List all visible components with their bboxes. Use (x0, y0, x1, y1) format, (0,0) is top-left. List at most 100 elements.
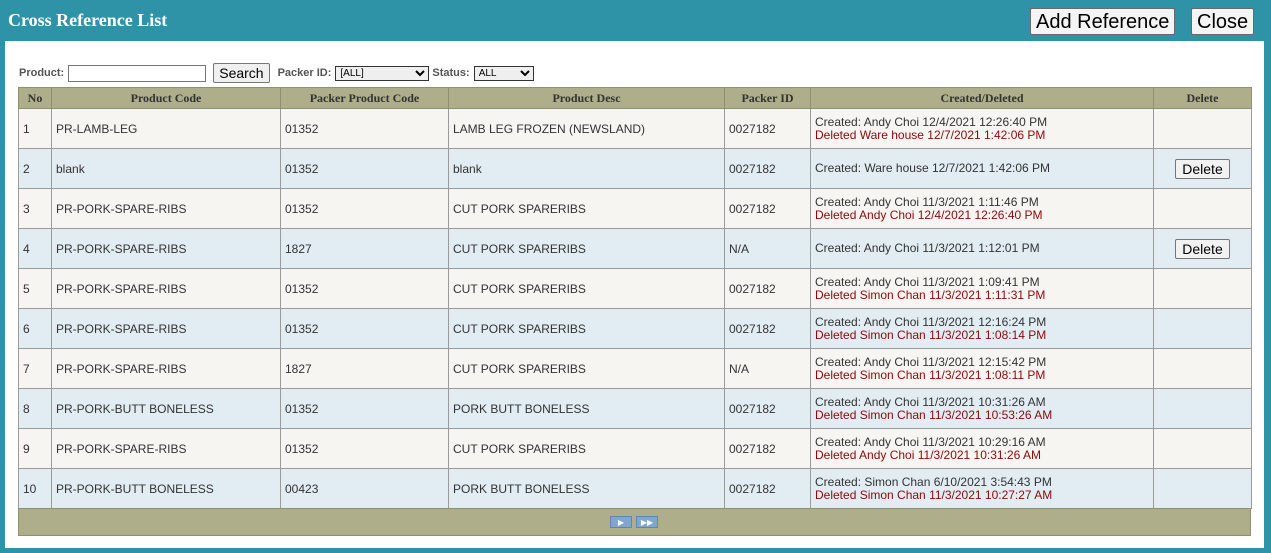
cell-delete (1153, 268, 1252, 309)
cell-no: 10 (18, 468, 52, 509)
cell-created-deleted: Created: Ware house 12/7/2021 1:42:06 PM (810, 148, 1154, 189)
column-header-created-deleted: Created/Deleted (810, 87, 1154, 109)
table-row: 1 PR-LAMB-LEG 01352 LAMB LEG FROZEN (NEWSLA… (18, 108, 1252, 149)
cell-no: 2 (18, 148, 52, 189)
cell-delete: Delete (1153, 228, 1252, 269)
cell-packer-product-code: 01352 (280, 268, 449, 309)
cell-product-desc: CUT PORK SPARERIBS (448, 308, 725, 349)
delete-button[interactable]: Delete (1175, 238, 1230, 259)
created-text: Created: Andy Choi 12/4/2021 12:26:40 PM (815, 114, 1048, 129)
cell-packer-id: N/A (724, 348, 811, 389)
product-label: Product: (19, 67, 65, 79)
column-header-product-code: Product Code (51, 87, 281, 109)
created-text: Created: Andy Choi 11/3/2021 12:15:42 PM (815, 354, 1047, 369)
table-row: 9 PR-PORK-SPARE-RIBS 01352 CUT PORK SPARERI… (18, 428, 1252, 469)
cell-packer-product-code: 00423 (280, 468, 449, 509)
cell-product-desc: CUT PORK SPARERIBS (448, 428, 725, 469)
cell-created-deleted: Created: Simon Chan 6/10/2021 3:54:43 PM… (810, 468, 1154, 509)
cell-product-code: PR-PORK-SPARE-RIBS (51, 428, 281, 469)
cell-product-code: blank (51, 148, 281, 189)
cell-packer-id: 0027182 (724, 108, 811, 149)
cell-packer-product-code: 01352 (280, 428, 449, 469)
table-row: 3 PR-PORK-SPARE-RIBS 01352 CUT PORK SPARERI… (18, 188, 1252, 229)
deleted-text: Deleted Ware house 12/7/2021 1:42:06 PM (815, 127, 1046, 142)
cell-product-code: PR-PORK-SPARE-RIBS (51, 228, 281, 269)
cell-delete: Delete (1153, 148, 1252, 189)
cell-created-deleted: Created: Andy Choi 11/3/2021 10:29:16 AM… (810, 428, 1154, 469)
cell-delete (1153, 388, 1252, 429)
cell-packer-id: 0027182 (724, 308, 811, 349)
table-row: 6 PR-PORK-SPARE-RIBS 01352 CUT PORK SPARERI… (18, 308, 1252, 349)
cell-product-desc: LAMB LEG FROZEN (NEWSLAND) (448, 108, 725, 149)
cell-packer-id: 0027182 (724, 148, 811, 189)
cell-product-desc: blank (448, 148, 725, 189)
cell-no: 1 (18, 108, 52, 149)
cell-created-deleted: Created: Andy Choi 12/4/2021 12:26:40 PM… (810, 108, 1154, 149)
close-button[interactable]: Close (1191, 8, 1255, 35)
search-button[interactable]: Search (213, 63, 270, 83)
cell-packer-id: 0027182 (724, 468, 811, 509)
cell-no: 6 (18, 308, 52, 349)
column-header-packer-product-code: Packer Product Code (280, 87, 449, 109)
delete-button[interactable]: Delete (1175, 158, 1230, 179)
cell-product-desc: PORK BUTT BONELESS (448, 468, 725, 509)
table-header-row: No Product Code Packer Product Code Prod… (18, 87, 1252, 109)
cell-delete (1153, 188, 1252, 229)
deleted-text: Deleted Andy Choi 12/4/2021 12:26:40 PM (815, 207, 1043, 222)
cell-product-code: PR-PORK-BUTT BONELESS (51, 388, 281, 429)
cell-created-deleted: Created: Andy Choi 11/3/2021 1:12:01 PM (810, 228, 1154, 269)
cell-packer-id: 0027182 (724, 268, 811, 309)
cell-packer-product-code: 01352 (280, 308, 449, 349)
deleted-text: Deleted Simon Chan 11/3/2021 1:11:31 PM (815, 287, 1046, 302)
cell-created-deleted: Created: Andy Choi 11/3/2021 1:11:46 PM D… (810, 188, 1154, 229)
next-page-icon[interactable]: ▶ (610, 516, 632, 528)
created-text: Created: Andy Choi 11/3/2021 10:29:16 AM (815, 434, 1046, 449)
cell-delete (1153, 348, 1252, 389)
cell-packer-product-code: 01352 (280, 188, 449, 229)
deleted-text: Deleted Simon Chan 11/3/2021 10:27:27 AM (815, 487, 1053, 502)
created-text: Created: Ware house 12/7/2021 1:42:06 PM (815, 161, 1051, 175)
cell-product-code: PR-PORK-BUTT BONELESS (51, 468, 281, 509)
created-text: Created: Andy Choi 11/3/2021 12:16:24 PM (815, 314, 1047, 329)
column-header-product-desc: Product Desc (448, 87, 725, 109)
add-reference-button[interactable]: Add Reference (1030, 8, 1176, 35)
cell-no: 5 (18, 268, 52, 309)
cell-no: 8 (18, 388, 52, 429)
created-text: Created: Andy Choi 11/3/2021 1:12:01 PM (815, 241, 1040, 255)
created-text: Created: Andy Choi 11/3/2021 1:09:41 PM (815, 274, 1040, 289)
filter-bar: Product: Search Packer ID: [ALL] Status:… (19, 63, 537, 83)
cell-delete (1153, 108, 1252, 149)
cell-no: 9 (18, 428, 52, 469)
cell-packer-product-code: 01352 (280, 388, 449, 429)
product-input[interactable] (68, 64, 207, 82)
packer-id-select[interactable]: [ALL] (335, 65, 430, 81)
status-label: Status: (432, 67, 470, 79)
page-title: Cross Reference List (8, 10, 168, 30)
cell-product-code: PR-PORK-SPARE-RIBS (51, 308, 281, 349)
cell-packer-product-code: 01352 (280, 148, 449, 189)
cell-created-deleted: Created: Andy Choi 11/3/2021 12:15:42 PM… (810, 348, 1154, 389)
table-row: 4 PR-PORK-SPARE-RIBS 1827 CUT PORK SPARERIB… (18, 228, 1252, 269)
deleted-text: Deleted Andy Choi 11/3/2021 10:31:26 AM (815, 447, 1041, 462)
table-row: 8 PR-PORK-BUTT BONELESS 01352 PORK BUTT BON… (18, 388, 1252, 429)
cell-packer-id: N/A (724, 228, 811, 269)
deleted-text: Deleted Simon Chan 11/3/2021 10:53:26 AM (815, 407, 1053, 422)
cell-delete (1153, 468, 1252, 509)
created-text: Created: Andy Choi 11/3/2021 1:11:46 PM (815, 194, 1039, 209)
table-row: 2 blank 01352 blank 0027182 Created: Ware hou… (18, 148, 1252, 189)
cell-packer-product-code: 1827 (280, 228, 449, 269)
cell-packer-product-code: 01352 (280, 108, 449, 149)
cell-product-code: PR-PORK-SPARE-RIBS (51, 188, 281, 229)
table-row: 10 PR-PORK-BUTT BONELESS 00423 PORK BUTT BO… (18, 468, 1252, 509)
content-panel: Product: Search Packer ID: [ALL] Status:… (5, 41, 1264, 548)
created-text: Created: Simon Chan 6/10/2021 3:54:43 PM (815, 474, 1052, 489)
last-page-icon[interactable]: ▶▶ (636, 516, 658, 528)
table-row: 5 PR-PORK-SPARE-RIBS 01352 CUT PORK SPARERI… (18, 268, 1252, 309)
column-header-delete: Delete (1153, 87, 1252, 109)
column-header-packer-id: Packer ID (724, 87, 811, 109)
pagination-bar: ▶ ▶▶ (18, 508, 1251, 536)
cell-packer-product-code: 1827 (280, 348, 449, 389)
packer-id-label: Packer ID: (277, 67, 332, 79)
cell-delete (1153, 308, 1252, 349)
status-select[interactable]: ALL (473, 65, 534, 81)
